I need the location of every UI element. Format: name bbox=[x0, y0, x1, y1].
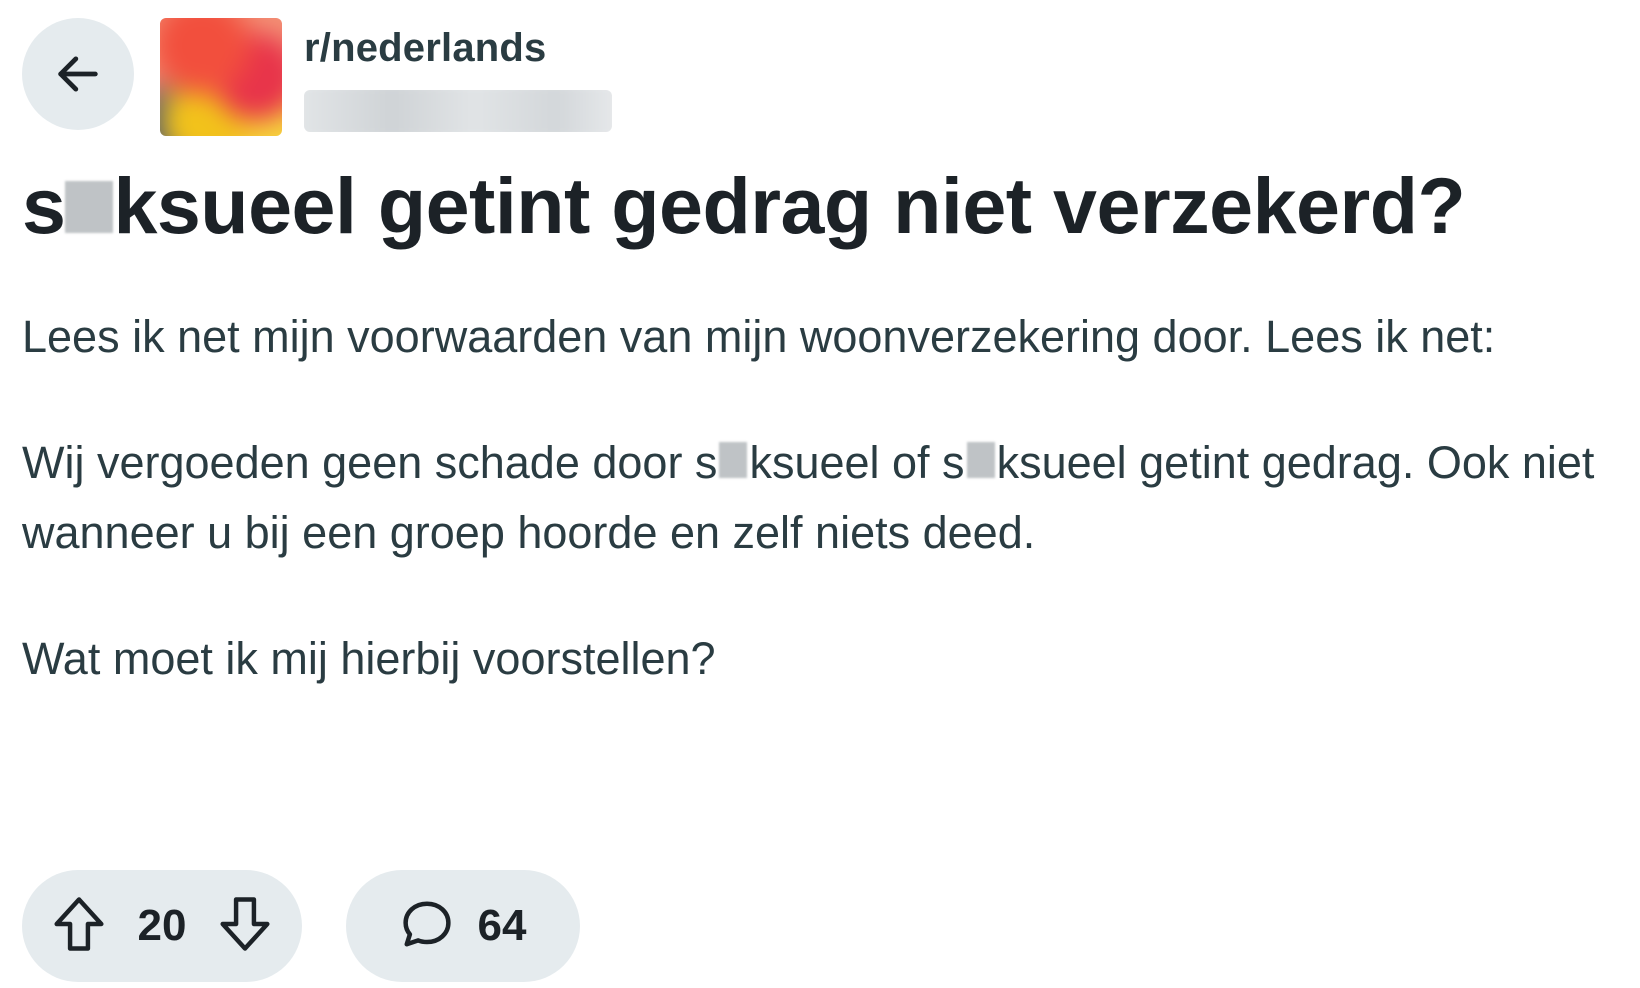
arrow-down-outline-icon bbox=[218, 895, 272, 958]
downvote-button[interactable] bbox=[218, 895, 272, 958]
arrow-left-icon bbox=[52, 48, 104, 100]
arrow-up-outline-icon bbox=[52, 895, 106, 958]
paragraph-2-text-a: Wij vergoeden geen schade door s bbox=[22, 437, 718, 488]
title-text-start: s bbox=[22, 161, 66, 250]
back-button[interactable] bbox=[22, 18, 134, 130]
username-redacted bbox=[304, 90, 612, 132]
post-title: s ksueel getint gedrag niet verzekerd? bbox=[22, 156, 1466, 256]
vote-control: 20 bbox=[22, 870, 302, 982]
redaction-block bbox=[719, 442, 748, 478]
post-body: Lees ik net mijn voorwaarden van mijn wo… bbox=[22, 302, 1612, 750]
body-paragraph-3: Wat moet ik mij hierbij voorstellen? bbox=[22, 633, 716, 684]
avatar-blurred-image bbox=[160, 18, 282, 136]
title-text-end: ksueel getint gedrag niet verzekerd? bbox=[113, 161, 1466, 250]
comments-button[interactable]: 64 bbox=[346, 870, 580, 982]
comment-count: 64 bbox=[477, 901, 527, 950]
redaction-block bbox=[966, 442, 995, 478]
subreddit-avatar[interactable] bbox=[160, 18, 282, 136]
speech-bubble-icon bbox=[400, 897, 454, 956]
upvote-button[interactable] bbox=[52, 895, 106, 958]
paragraph-2-text-b: ksueel of s bbox=[749, 437, 965, 488]
subreddit-name[interactable]: r/nederlands bbox=[304, 24, 546, 72]
body-paragraph-2: Wij vergoeden geen schade door s ksueel o… bbox=[22, 428, 1612, 568]
vote-count: 20 bbox=[137, 901, 187, 950]
body-paragraph-1: Lees ik net mijn voorwaarden van mijn wo… bbox=[22, 311, 1496, 362]
redaction-block bbox=[65, 181, 114, 233]
